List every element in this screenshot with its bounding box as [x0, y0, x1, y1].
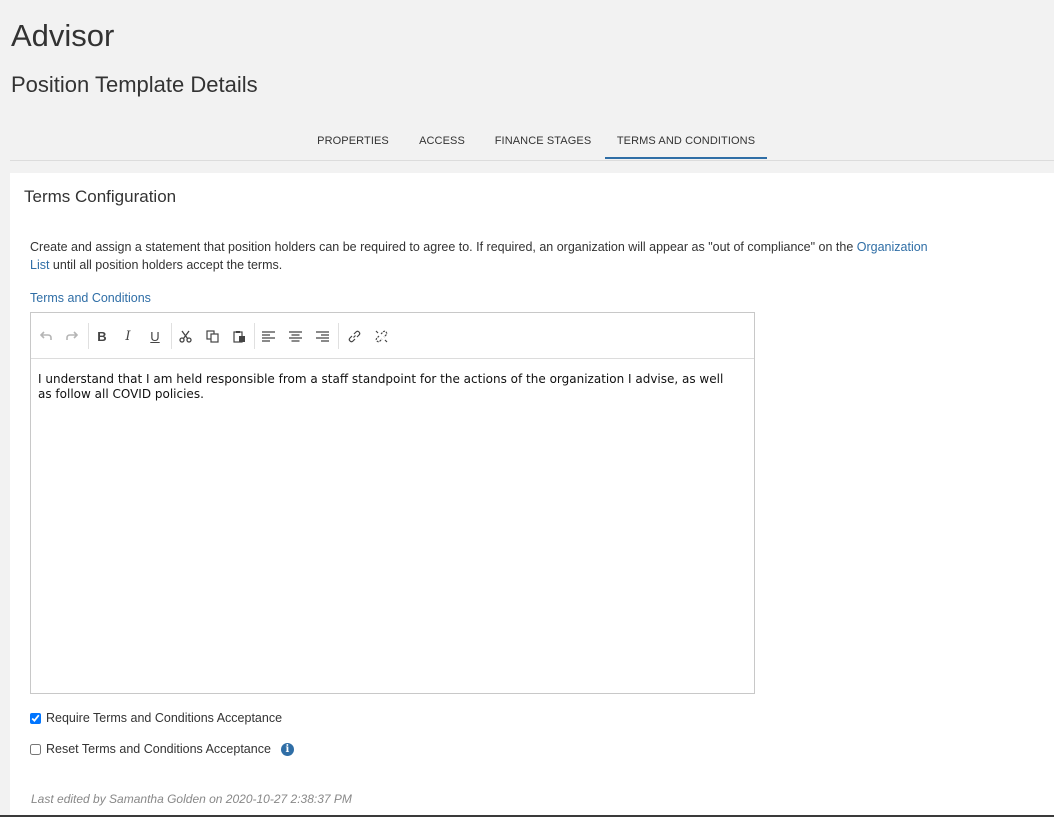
align-right-icon[interactable] [312, 326, 332, 346]
description: Create and assign a statement that posit… [30, 238, 950, 274]
editor-content[interactable]: I understand that I am held responsible … [38, 372, 738, 402]
editor-toolbar: B I U [31, 313, 754, 359]
last-edited-text: Last edited by Samantha Golden on 2020-1… [31, 792, 352, 806]
info-icon[interactable]: i [280, 742, 294, 756]
bold-icon[interactable]: B [92, 326, 112, 346]
description-text: Create and assign a statement that posit… [30, 240, 857, 254]
align-left-icon[interactable] [258, 326, 278, 346]
copy-icon[interactable] [202, 326, 222, 346]
terms-field-label: Terms and Conditions [30, 291, 151, 305]
page-title: Advisor [11, 18, 115, 53]
tab-bar: PROPERTIES ACCESS FINANCE STAGES TERMS A… [10, 126, 1054, 161]
require-acceptance-checkbox[interactable] [30, 712, 41, 724]
undo-icon[interactable] [36, 326, 56, 346]
italic-icon[interactable]: I [118, 326, 138, 346]
reset-acceptance-row[interactable]: Reset Terms and Conditions Acceptance i [30, 742, 294, 756]
page-subtitle: Position Template Details [11, 72, 258, 97]
require-acceptance-row[interactable]: Require Terms and Conditions Acceptance [30, 711, 282, 725]
reset-acceptance-checkbox[interactable] [30, 743, 41, 755]
tab-properties[interactable]: PROPERTIES [311, 126, 395, 157]
paste-icon[interactable] [229, 326, 249, 346]
align-center-icon[interactable] [285, 326, 305, 346]
reset-acceptance-label: Reset Terms and Conditions Acceptance [46, 742, 271, 756]
tab-access[interactable]: ACCESS [413, 126, 471, 157]
rich-text-editor[interactable]: B I U I understand that I am held respon… [30, 312, 755, 694]
redo-icon[interactable] [62, 326, 82, 346]
terms-configuration-card: Terms Configuration Create and assign a … [10, 173, 1054, 817]
unlink-icon[interactable] [371, 326, 391, 346]
tab-finance-stages[interactable]: FINANCE STAGES [491, 126, 595, 157]
tab-terms-and-conditions[interactable]: TERMS AND CONDITIONS [605, 126, 767, 159]
link-icon[interactable] [344, 326, 364, 346]
cut-icon[interactable] [175, 326, 195, 346]
underline-icon[interactable]: U [145, 326, 165, 346]
description-text-end: until all position holders accept the te… [49, 258, 283, 272]
card-title: Terms Configuration [24, 187, 177, 206]
require-acceptance-label: Require Terms and Conditions Acceptance [46, 711, 283, 725]
